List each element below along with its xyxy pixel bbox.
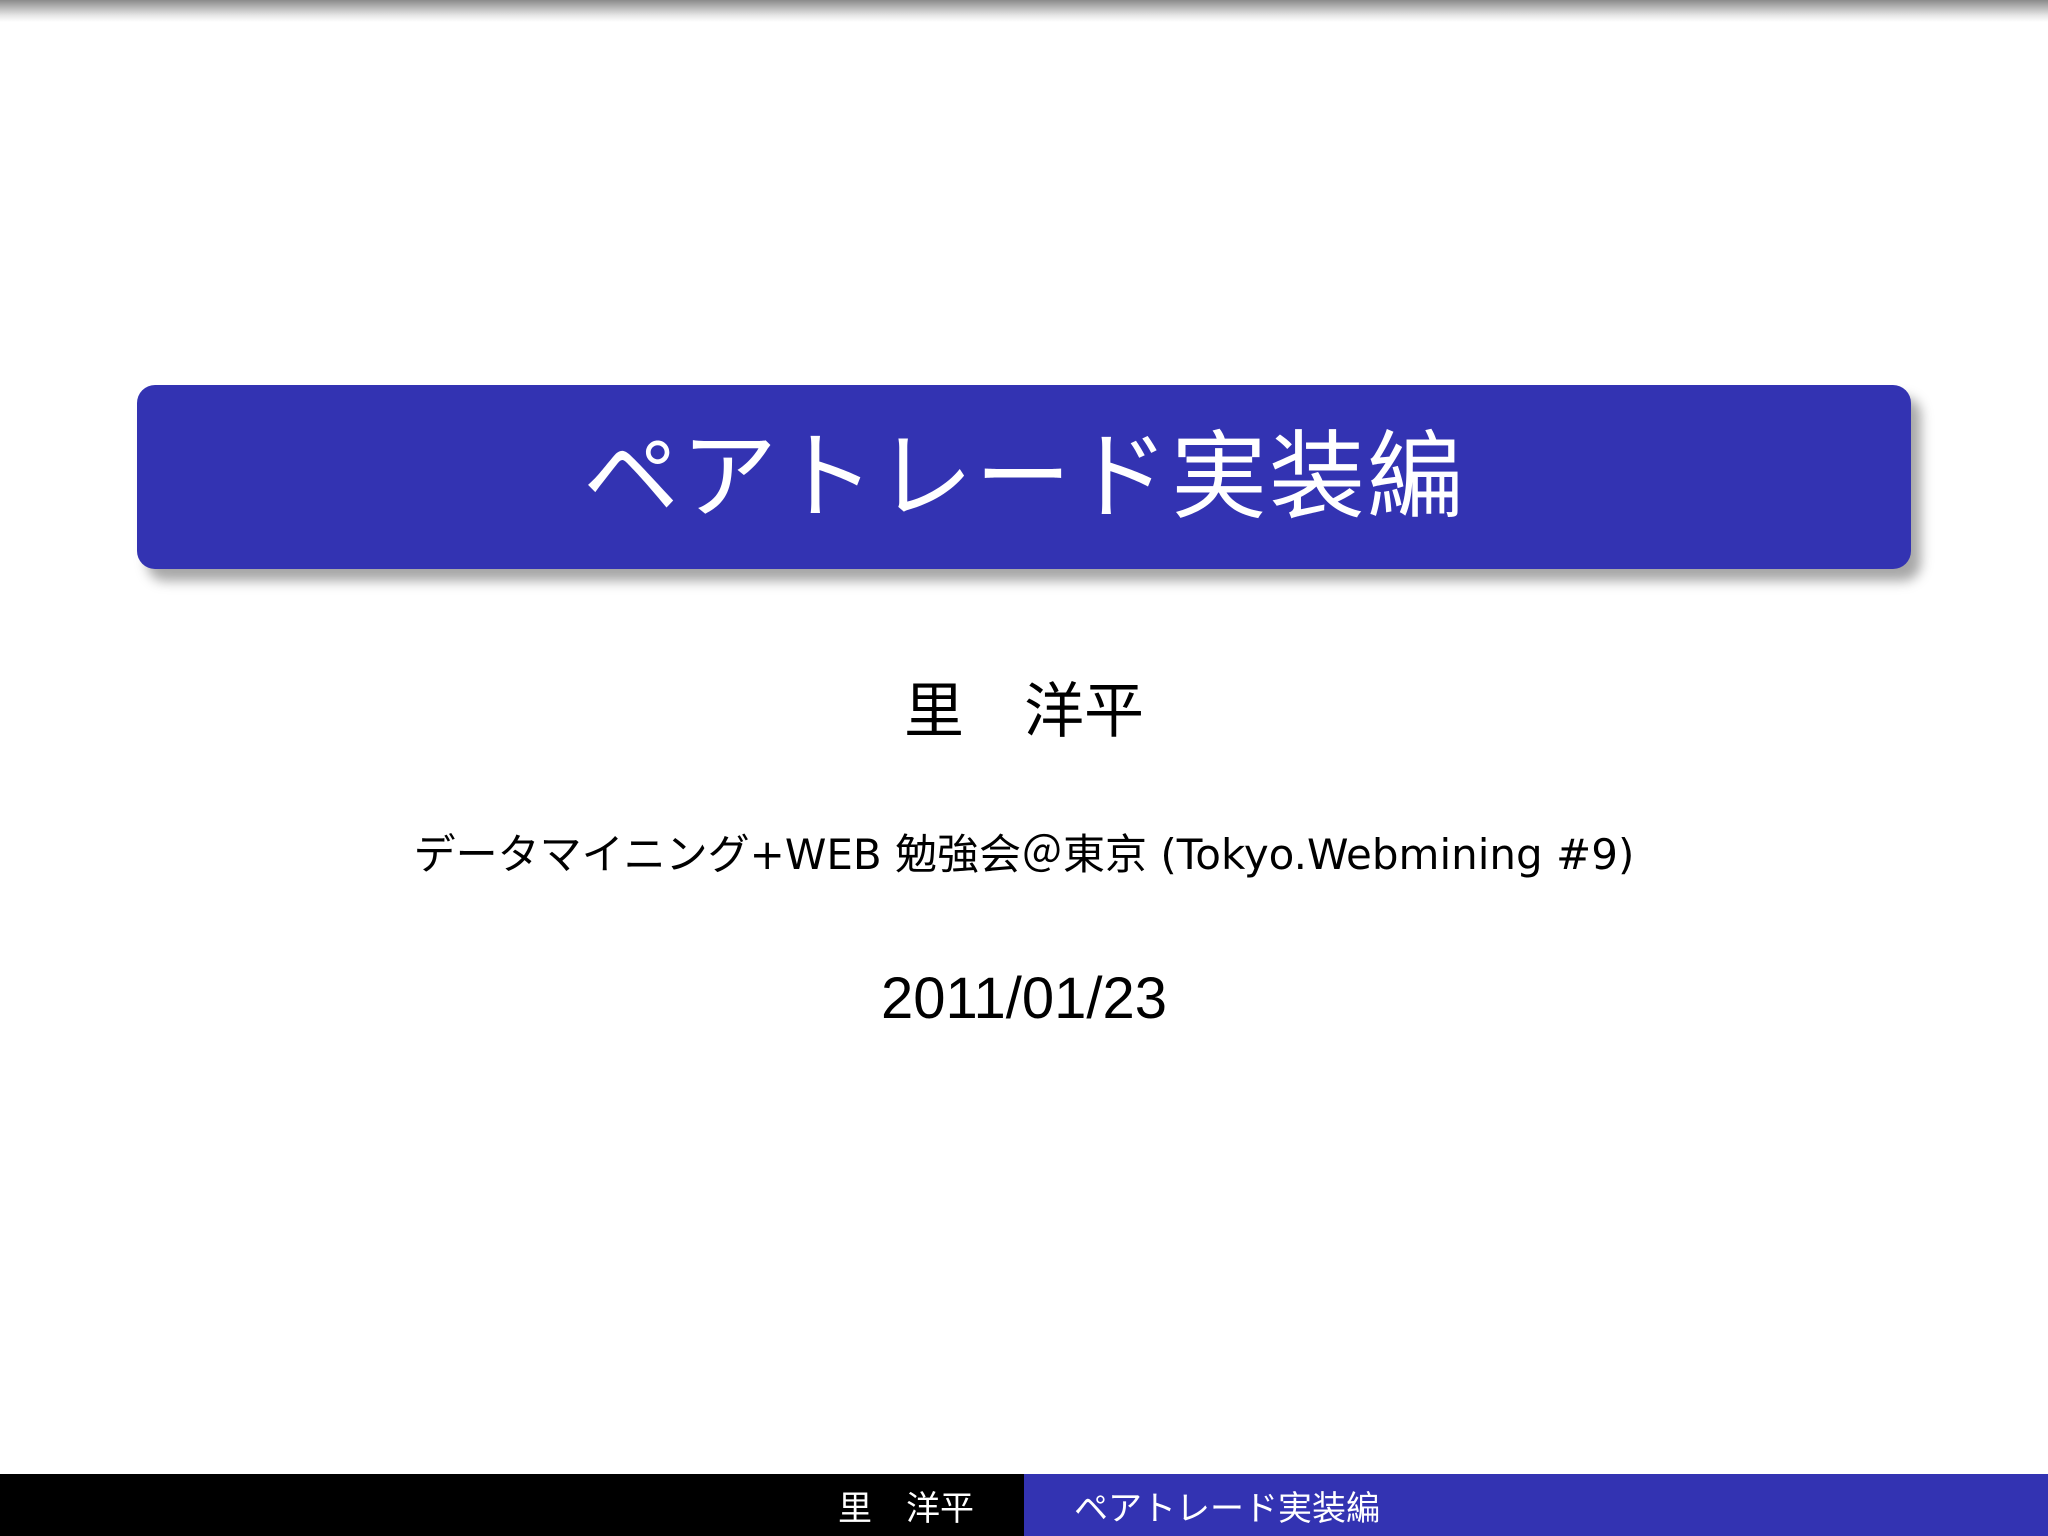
- footer-bar: 里 洋平 ペアトレード実装編: [0, 1474, 2048, 1536]
- slide-date: 2011/01/23: [881, 966, 1167, 1031]
- slide: ペアトレード実装編 里 洋平 データマイニング+WEB 勉強会＠東京 (Toky…: [0, 0, 2048, 1536]
- slide-title: ペアトレード実装編: [583, 421, 1465, 533]
- footer-author: 里 洋平: [0, 1474, 1024, 1536]
- footer-title: ペアトレード実装編: [1024, 1474, 2048, 1536]
- top-shade: [0, 0, 2048, 22]
- slide-author: 里 洋平: [904, 677, 1144, 747]
- title-box: ペアトレード実装編: [137, 385, 1911, 569]
- slide-institute: データマイニング+WEB 勉強会＠東京 (Tokyo.Webmining #9): [413, 830, 1635, 879]
